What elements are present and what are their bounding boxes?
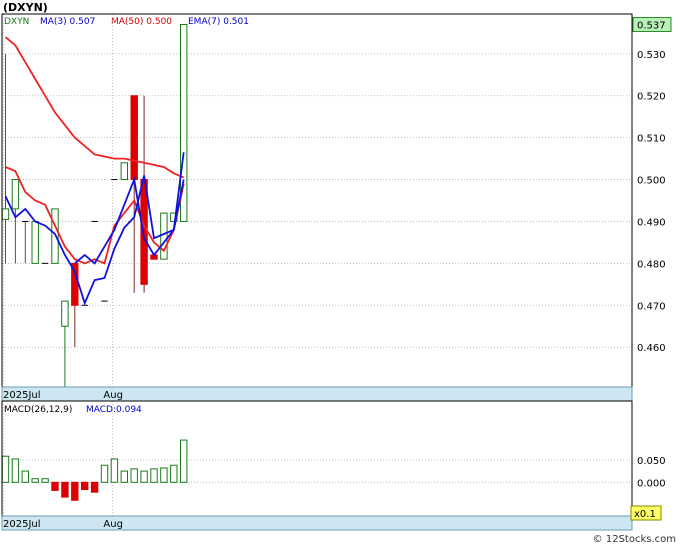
macd-bar-positive bbox=[140, 470, 148, 483]
macd-bar-positive bbox=[110, 458, 119, 483]
macd-bar-positive bbox=[21, 470, 30, 483]
price-tick-label: 0.510 bbox=[637, 134, 666, 145]
price-date-axis bbox=[1, 386, 633, 402]
background bbox=[0, 0, 680, 546]
macd-bar-positive bbox=[120, 470, 128, 483]
candle-up bbox=[120, 162, 128, 181]
macd-bar-positive bbox=[180, 439, 188, 483]
macd-title: MACD(26,12,9) bbox=[4, 405, 72, 415]
macd-tick-label: 0.050 bbox=[637, 456, 666, 467]
candle-up bbox=[11, 179, 20, 210]
macd-bar-positive bbox=[41, 478, 49, 483]
macd-bar-positive bbox=[100, 464, 109, 483]
candle-up bbox=[51, 208, 59, 264]
legend-item: MA(3) 0.507 bbox=[40, 17, 95, 27]
stock-chart: (DXYN) DXYN MA(3) 0.507 MA(50) 0.500 EMA(7)… bbox=[0, 0, 680, 546]
price-tick-label: 0.500 bbox=[637, 176, 666, 187]
macd-bar-positive bbox=[11, 458, 20, 483]
macd-bar-negative bbox=[51, 481, 59, 491]
candle-up bbox=[160, 212, 168, 260]
macd-tick-label: 0.000 bbox=[637, 478, 666, 489]
price-tick-label: 0.490 bbox=[637, 217, 666, 228]
macd-value: MACD:0.094 bbox=[86, 405, 142, 415]
date-tick-label: Aug bbox=[103, 519, 123, 530]
date-tick-label: 2025Jul bbox=[3, 519, 41, 530]
macd-bar-positive bbox=[170, 464, 178, 483]
price-tick-label: 0.480 bbox=[637, 259, 666, 270]
macd-bar-negative bbox=[71, 481, 79, 501]
symbol-title: (DXYN) bbox=[3, 1, 48, 14]
legend-item: DXYN bbox=[4, 17, 29, 27]
macd-bar-positive bbox=[1, 455, 10, 483]
scale-badge-label: x0.1 bbox=[634, 509, 656, 520]
candle-down bbox=[130, 95, 138, 181]
date-tick-label: 2025Jul bbox=[3, 390, 41, 401]
candle-up bbox=[1, 208, 10, 220]
macd-bar-negative bbox=[90, 481, 99, 493]
price-tick-label: 0.530 bbox=[637, 50, 666, 61]
indicator-legend: DXYN MA(3) 0.507 MA(50) 0.500 EMA(7) 0.501 bbox=[4, 17, 249, 27]
macd-bar-positive bbox=[150, 468, 158, 483]
macd-bar-negative bbox=[61, 481, 69, 498]
price-tick-label: 0.460 bbox=[637, 343, 666, 354]
last-price-label: 0.537 bbox=[637, 20, 666, 31]
macd-date-axis bbox=[1, 515, 633, 531]
date-tick-label: Aug bbox=[103, 390, 123, 401]
macd-bar-positive bbox=[130, 468, 138, 483]
macd-bar-positive bbox=[160, 467, 168, 483]
macd-bar-positive bbox=[31, 478, 39, 483]
macd-bar-negative bbox=[81, 481, 89, 490]
candle-up bbox=[61, 300, 69, 327]
candle-up bbox=[31, 220, 39, 264]
price-tick-label: 0.520 bbox=[637, 92, 666, 103]
price-tick-label: 0.470 bbox=[637, 301, 666, 312]
legend-item: EMA(7) 0.501 bbox=[188, 17, 249, 27]
copyright-credit: © 12Stocks.com bbox=[593, 534, 676, 545]
legend-item: MA(50) 0.500 bbox=[111, 17, 172, 27]
